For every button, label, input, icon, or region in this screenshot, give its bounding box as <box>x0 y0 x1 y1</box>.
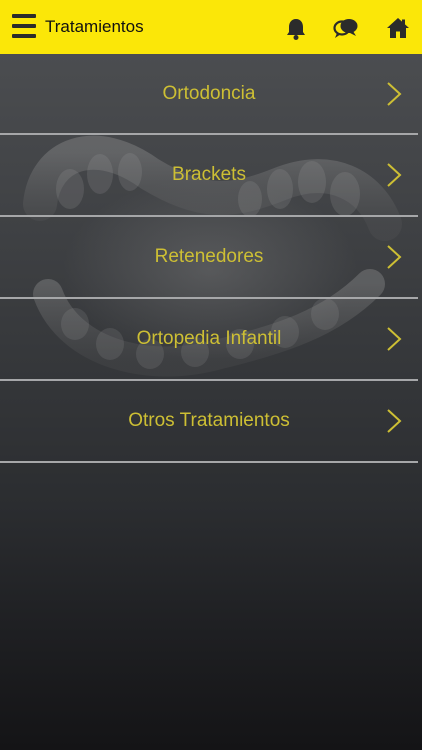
menu-item-ortodoncia[interactable]: Ortodoncia <box>0 54 418 135</box>
menu-item-label: Otros Tratamientos <box>128 410 290 431</box>
chevron-right-icon <box>387 163 402 187</box>
home-icon[interactable] <box>386 17 410 41</box>
chat-bubbles-icon[interactable] <box>333 17 358 41</box>
menu-item-label: Brackets <box>172 164 246 185</box>
hamburger-menu-icon[interactable] <box>12 14 36 40</box>
page-title: Tratamientos <box>45 17 144 36</box>
top-bar: Tratamientos <box>0 0 422 54</box>
menu-item-label: Ortopedia Infantil <box>136 328 282 349</box>
menu-item-label: Retenedores <box>154 246 264 267</box>
menu-item-label: Ortodoncia <box>162 82 256 104</box>
menu-item-brackets[interactable]: Brackets <box>0 135 418 217</box>
menu-item-retenedores[interactable]: Retenedores <box>0 217 418 299</box>
treatments-menu: Ortodoncia Brackets Retenedores Ortopedi… <box>0 54 422 463</box>
chevron-right-icon <box>387 327 402 351</box>
chevron-right-icon <box>387 245 402 269</box>
menu-item-ortopedia-infantil[interactable]: Ortopedia Infantil <box>0 299 418 381</box>
bell-icon[interactable] <box>285 17 309 41</box>
menu-item-otros-tratamientos[interactable]: Otros Tratamientos <box>0 381 418 463</box>
chevron-right-icon <box>387 409 402 433</box>
screen: Tratamientos Ortodoncia Brackets Retened… <box>0 0 422 750</box>
chevron-right-icon <box>387 82 402 106</box>
